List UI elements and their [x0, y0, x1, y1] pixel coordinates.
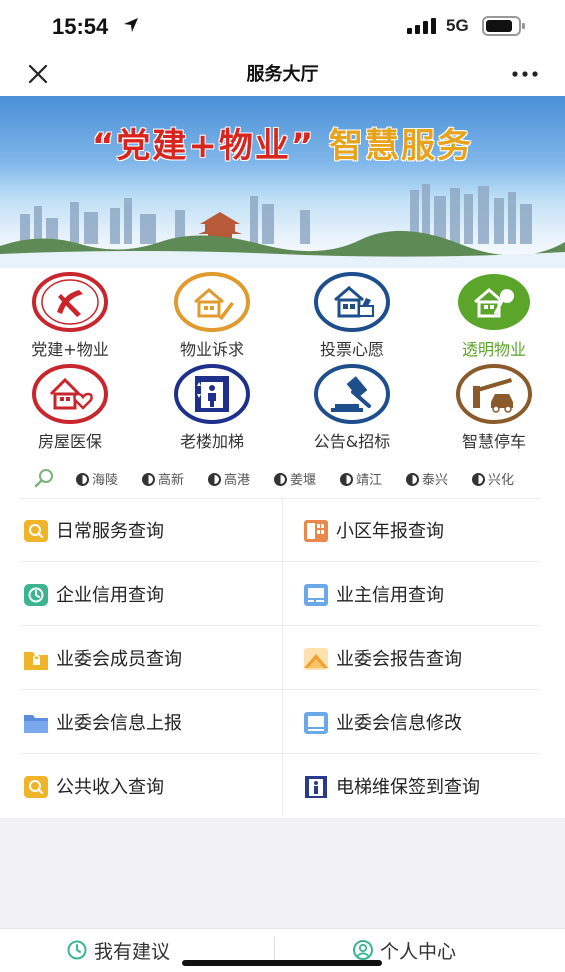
- query-committee-members[interactable]: 业委会成员查询: [24, 626, 284, 689]
- party-emblem-icon: [32, 272, 108, 332]
- grid-item-party-property[interactable]: 党建+物业: [10, 272, 130, 360]
- query-committee-submit[interactable]: 业委会信息上报: [24, 690, 284, 753]
- district-item[interactable]: 姜堰: [274, 469, 316, 488]
- house-magnifier-icon: [458, 274, 530, 330]
- query-label: 小区年报查询: [336, 521, 444, 542]
- network-label: 5G: [446, 16, 469, 35]
- toggle-dot-icon: [406, 473, 419, 486]
- district-selector: 海陵 高新 高港 姜堰 靖江 泰兴 兴化: [0, 462, 565, 498]
- search-doc-icon: [24, 776, 48, 798]
- grid-item-transparent-property[interactable]: 透明物业: [434, 272, 554, 360]
- folder-lock-icon: [24, 652, 48, 670]
- gavel-icon: [314, 364, 390, 424]
- banner-title: “党建+物业” 智慧服务: [0, 118, 565, 167]
- elevator-small-icon: [305, 776, 327, 798]
- more-icon[interactable]: [512, 70, 538, 78]
- grid-label: 党建+物业: [31, 340, 109, 359]
- toggle-dot-icon: [340, 473, 353, 486]
- toggle-dot-icon: [76, 473, 89, 486]
- house-heart-icon: [32, 364, 108, 424]
- clock-icon: [24, 584, 48, 606]
- grid-item-property-appeal[interactable]: 物业诉求: [152, 272, 272, 360]
- banner-title-part2: 智慧服务: [329, 126, 474, 166]
- search-doc-icon: [24, 520, 48, 542]
- status-bar: 15:54 5G: [0, 0, 565, 52]
- grid-label: 透明物业: [461, 340, 526, 359]
- page-title: 服务大厅: [246, 64, 319, 85]
- district-item[interactable]: 靖江: [340, 469, 382, 488]
- suggestion-label: 我有建议: [94, 941, 171, 963]
- suggestion-button[interactable]: 我有建议: [66, 937, 170, 964]
- district-item[interactable]: 海陵: [76, 469, 118, 488]
- card-icon: [304, 584, 328, 606]
- grid-label: 老楼加梯: [179, 432, 244, 451]
- toggle-dot-icon: [472, 473, 485, 486]
- query-elevator-maintenance[interactable]: 电梯维保签到查询: [304, 754, 564, 817]
- grid-item-smart-parking[interactable]: 智慧停车: [434, 364, 554, 452]
- query-list: 日常服务查询 小区年报查询 企业信用查询 业主信用查询 业委会成员查询 业委会报…: [0, 498, 565, 818]
- query-label: 日常服务查询: [56, 521, 164, 542]
- folder-icon: [24, 715, 48, 733]
- home-indicator[interactable]: [182, 960, 382, 966]
- query-label: 业委会信息上报: [56, 713, 182, 734]
- personal-center-label: 个人中心: [380, 941, 457, 963]
- grid-label: 投票心愿: [319, 340, 384, 359]
- query-owner-credit[interactable]: 业主信用查询: [304, 562, 564, 625]
- grid-item-announcement-bidding[interactable]: 公告&招标: [292, 364, 412, 452]
- parking-barrier-icon: [456, 364, 532, 424]
- district-item[interactable]: 兴化: [472, 469, 514, 488]
- banner[interactable]: “党建+物业” 智慧服务: [0, 96, 565, 268]
- elevator-icon: [174, 364, 250, 424]
- toggle-dot-icon: [208, 473, 221, 486]
- house-pen-icon: [174, 272, 250, 332]
- query-daily-service[interactable]: 日常服务查询: [24, 498, 284, 561]
- district-item[interactable]: 高港: [208, 469, 250, 488]
- grid-label: 智慧停车: [461, 432, 526, 451]
- doc-edit-icon: [304, 712, 328, 734]
- grid-label: 公告&招标: [313, 432, 391, 451]
- report-icon: [304, 520, 328, 542]
- location-arrow-icon: [124, 18, 138, 32]
- district-item[interactable]: 高新: [142, 469, 184, 488]
- signal-icon: [407, 18, 436, 34]
- grid-label: 房屋医保: [37, 432, 102, 451]
- query-label: 电梯维保签到查询: [336, 777, 480, 798]
- nav-bar: 服务大厅: [0, 52, 565, 96]
- toggle-dot-icon: [142, 473, 155, 486]
- district-item[interactable]: 泰兴: [406, 469, 448, 488]
- query-committee-report[interactable]: 业委会报告查询: [304, 626, 564, 689]
- search-icon[interactable]: [34, 468, 54, 488]
- ballot-house-icon: [314, 272, 390, 332]
- city-skyline-image: [0, 184, 565, 268]
- query-public-income[interactable]: 公共收入查询: [24, 754, 284, 817]
- clock-icon: [67, 940, 87, 960]
- status-time: 15:54: [52, 14, 109, 39]
- grid-item-house-insurance[interactable]: 房屋医保: [10, 364, 130, 452]
- query-enterprise-credit[interactable]: 企业信用查询: [24, 562, 284, 625]
- query-label: 公共收入查询: [56, 777, 164, 798]
- mountain-icon: [304, 648, 328, 670]
- user-icon: [353, 940, 373, 960]
- query-annual-report[interactable]: 小区年报查询: [304, 498, 564, 561]
- query-label: 业主信用查询: [336, 585, 444, 606]
- query-label: 企业信用查询: [56, 585, 164, 606]
- query-label: 业委会成员查询: [56, 649, 182, 670]
- query-label: 业委会报告查询: [336, 649, 462, 670]
- query-label: 业委会信息修改: [336, 713, 462, 734]
- grid-item-vote-wish[interactable]: 投票心愿: [292, 272, 412, 360]
- grid-item-elevator[interactable]: 老楼加梯: [152, 364, 272, 452]
- query-committee-modify[interactable]: 业委会信息修改: [304, 690, 564, 753]
- banner-title-part1: “党建+物业”: [91, 126, 316, 166]
- grid-label: 物业诉求: [179, 340, 244, 359]
- toggle-dot-icon: [274, 473, 287, 486]
- battery-icon: [482, 16, 525, 36]
